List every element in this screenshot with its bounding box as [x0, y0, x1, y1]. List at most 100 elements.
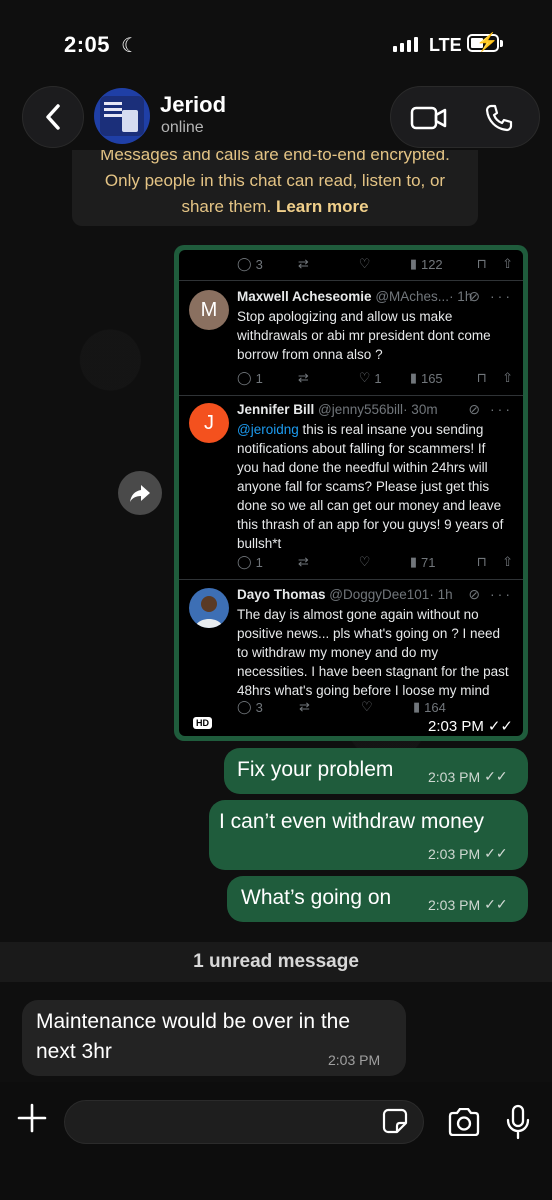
- tweet-body: Stop apologizing and allow us make withd…: [237, 309, 491, 362]
- chat-header: Jeriod online: [0, 84, 552, 156]
- incoming-message[interactable]: Maintenance would be over in the next 3h…: [22, 1000, 406, 1076]
- reply-icon: ◯: [237, 256, 252, 271]
- retweet-icon: ⇄: [297, 554, 309, 569]
- retweet-icon: ⇄: [299, 699, 310, 714]
- contact-avatar[interactable]: [94, 88, 150, 144]
- message-text: What’s going on: [241, 886, 392, 909]
- view-count: 165: [420, 370, 443, 386]
- message-text-line1: Maintenance would be over in the: [36, 1010, 351, 1033]
- bookmark-icon: ⊓: [476, 256, 487, 271]
- unread-divider: 1 unread message: [0, 942, 552, 982]
- network-type: LTE: [429, 35, 462, 55]
- reply-count: 3: [255, 699, 263, 715]
- share-icon: ⇧: [502, 370, 514, 385]
- tweet-avatar: M: [189, 290, 229, 330]
- bookmark-icon: ⊓: [476, 554, 487, 569]
- cellular-signal-icon: [393, 36, 418, 52]
- message-text-line2: next 3hr: [36, 1040, 112, 1063]
- like-count: 1: [374, 370, 382, 386]
- encryption-notice[interactable]: Messages and calls are end-to-end encryp…: [72, 150, 478, 226]
- message-meta: 2:03 PM ✓✓: [428, 768, 508, 785]
- camera-button[interactable]: [446, 1104, 482, 1140]
- message-time: 2:03 PM: [428, 896, 481, 913]
- sticker-button[interactable]: [380, 1106, 410, 1136]
- status-time: 2:05: [64, 32, 111, 57]
- contact-status: online: [161, 119, 204, 136]
- tweet-avatar-photo: [189, 588, 229, 628]
- video-camera-icon: [410, 106, 447, 130]
- battery-nub: [500, 40, 503, 47]
- reply-count: 1: [255, 370, 263, 386]
- voice-message-button[interactable]: [500, 1102, 536, 1142]
- back-button[interactable]: [22, 86, 84, 148]
- tweet-avatar: J: [189, 403, 229, 443]
- tweet-handle: @MAches...: [375, 289, 450, 304]
- share-icon: ⇧: [502, 554, 514, 569]
- message-time: 2:03 PM: [427, 717, 484, 735]
- camera-icon: [448, 1108, 480, 1136]
- double-check-icon: ✓✓: [487, 718, 513, 735]
- tweet-more-icon: ⊘ ···: [468, 288, 513, 304]
- tweet-more-icon: ⊘ ···: [468, 586, 513, 602]
- status-bar: 2:05 ☾ LTE ⚡: [0, 0, 552, 90]
- tweet-body-text: this is real insane you sending notifica…: [237, 422, 504, 551]
- tweet-handle: @DoggyDee101: [329, 587, 430, 602]
- microphone-icon: [506, 1104, 530, 1140]
- do-not-disturb-icon: ☾: [121, 35, 139, 57]
- tweet-author-name: Dayo Thomas: [237, 587, 326, 602]
- forward-button[interactable]: [118, 471, 162, 515]
- view-count: 71: [420, 554, 436, 570]
- battery-icon: ⚡: [467, 32, 499, 52]
- message-composer: [0, 1082, 552, 1200]
- message-text: I can’t even withdraw money: [219, 810, 484, 833]
- message-time: 2:03 PM: [428, 768, 481, 785]
- double-check-icon: ✓✓: [484, 896, 508, 912]
- tweet-actions: ◯ 1 ⇄ ♡ ▮ 71 ⊓ ⇧: [237, 551, 513, 573]
- voice-call-button[interactable]: [477, 100, 521, 136]
- tweet-screenshot-image[interactable]: ◯ 3 ⇄ ♡ ▮ 122 ⊓ ⇧ M Maxwell Acheseomie @MA…: [179, 250, 523, 736]
- double-check-icon: ✓✓: [484, 845, 508, 861]
- tweet-actions: ◯ 1 ⇄ ♡ 1 ▮ 165 ⊓ ⇧: [237, 367, 513, 389]
- view-count: 122: [420, 256, 443, 272]
- tweet-body: The day is almost gone again without no …: [237, 607, 509, 698]
- tweet-time: · 30m: [403, 402, 438, 417]
- tweet-header: Jennifer Bill @jenny556bill· 30m: [237, 402, 438, 417]
- tweet-time: · 1h: [429, 587, 453, 602]
- tweet-header: Maxwell Acheseomie @MAches...· 1h: [237, 289, 472, 304]
- share-icon: ⇧: [502, 256, 514, 271]
- views-icon: ▮: [413, 699, 421, 714]
- tweet-handle: @jenny556bill: [318, 402, 404, 417]
- tweet-mention: @jeroidng: [237, 422, 299, 437]
- tweet-header: Dayo Thomas @DoggyDee101· 1h: [237, 587, 453, 602]
- tweet-more-icon: ⊘ ···: [468, 401, 513, 417]
- message-time: 2:03 PM: [428, 845, 481, 862]
- outgoing-message[interactable]: Fix your problem 2:03 PM ✓✓: [224, 748, 528, 794]
- tweet-author-name: Maxwell Acheseomie: [237, 289, 372, 304]
- charging-bolt-icon: ⚡: [476, 32, 499, 52]
- like-icon: ♡: [358, 370, 371, 385]
- video-call-button[interactable]: [407, 100, 451, 136]
- view-count: 164: [424, 699, 446, 715]
- attach-button[interactable]: [14, 1100, 50, 1136]
- message-text: Fix your problem: [237, 758, 394, 781]
- views-icon: ▮: [409, 256, 417, 271]
- outgoing-message[interactable]: What’s going on 2:03 PM ✓✓: [227, 876, 528, 922]
- reply-count: 1: [255, 554, 263, 570]
- call-actions: [390, 86, 540, 148]
- message-timestamp: 2:03 PM ✓✓: [427, 717, 513, 736]
- tweet-actions-top: ◯ 3 ⇄ ♡ ▮ 122 ⊓ ⇧: [237, 253, 513, 275]
- tweet-actions: ◯ 3 ⇄ ♡ ▮ 164: [237, 696, 513, 718]
- outgoing-message[interactable]: I can’t even withdraw money 2:03 PM ✓✓: [209, 800, 528, 870]
- learn-more-link[interactable]: Learn more: [276, 197, 369, 216]
- contact-name[interactable]: Jeriod: [160, 92, 226, 118]
- message-meta: 2:03 PM ✓✓: [428, 896, 508, 913]
- retweet-icon: ⇄: [297, 370, 309, 385]
- phone-icon: [485, 104, 513, 132]
- reply-icon: ◯: [237, 554, 252, 569]
- message-input[interactable]: [64, 1100, 424, 1144]
- chevron-left-icon: [46, 104, 60, 130]
- share-arrow-icon: [130, 485, 150, 502]
- like-icon: ♡: [358, 256, 371, 271]
- like-icon: ♡: [358, 554, 371, 569]
- image-message-bubble[interactable]: ◯ 3 ⇄ ♡ ▮ 122 ⊓ ⇧ M Maxwell Acheseomie @MA…: [174, 245, 528, 741]
